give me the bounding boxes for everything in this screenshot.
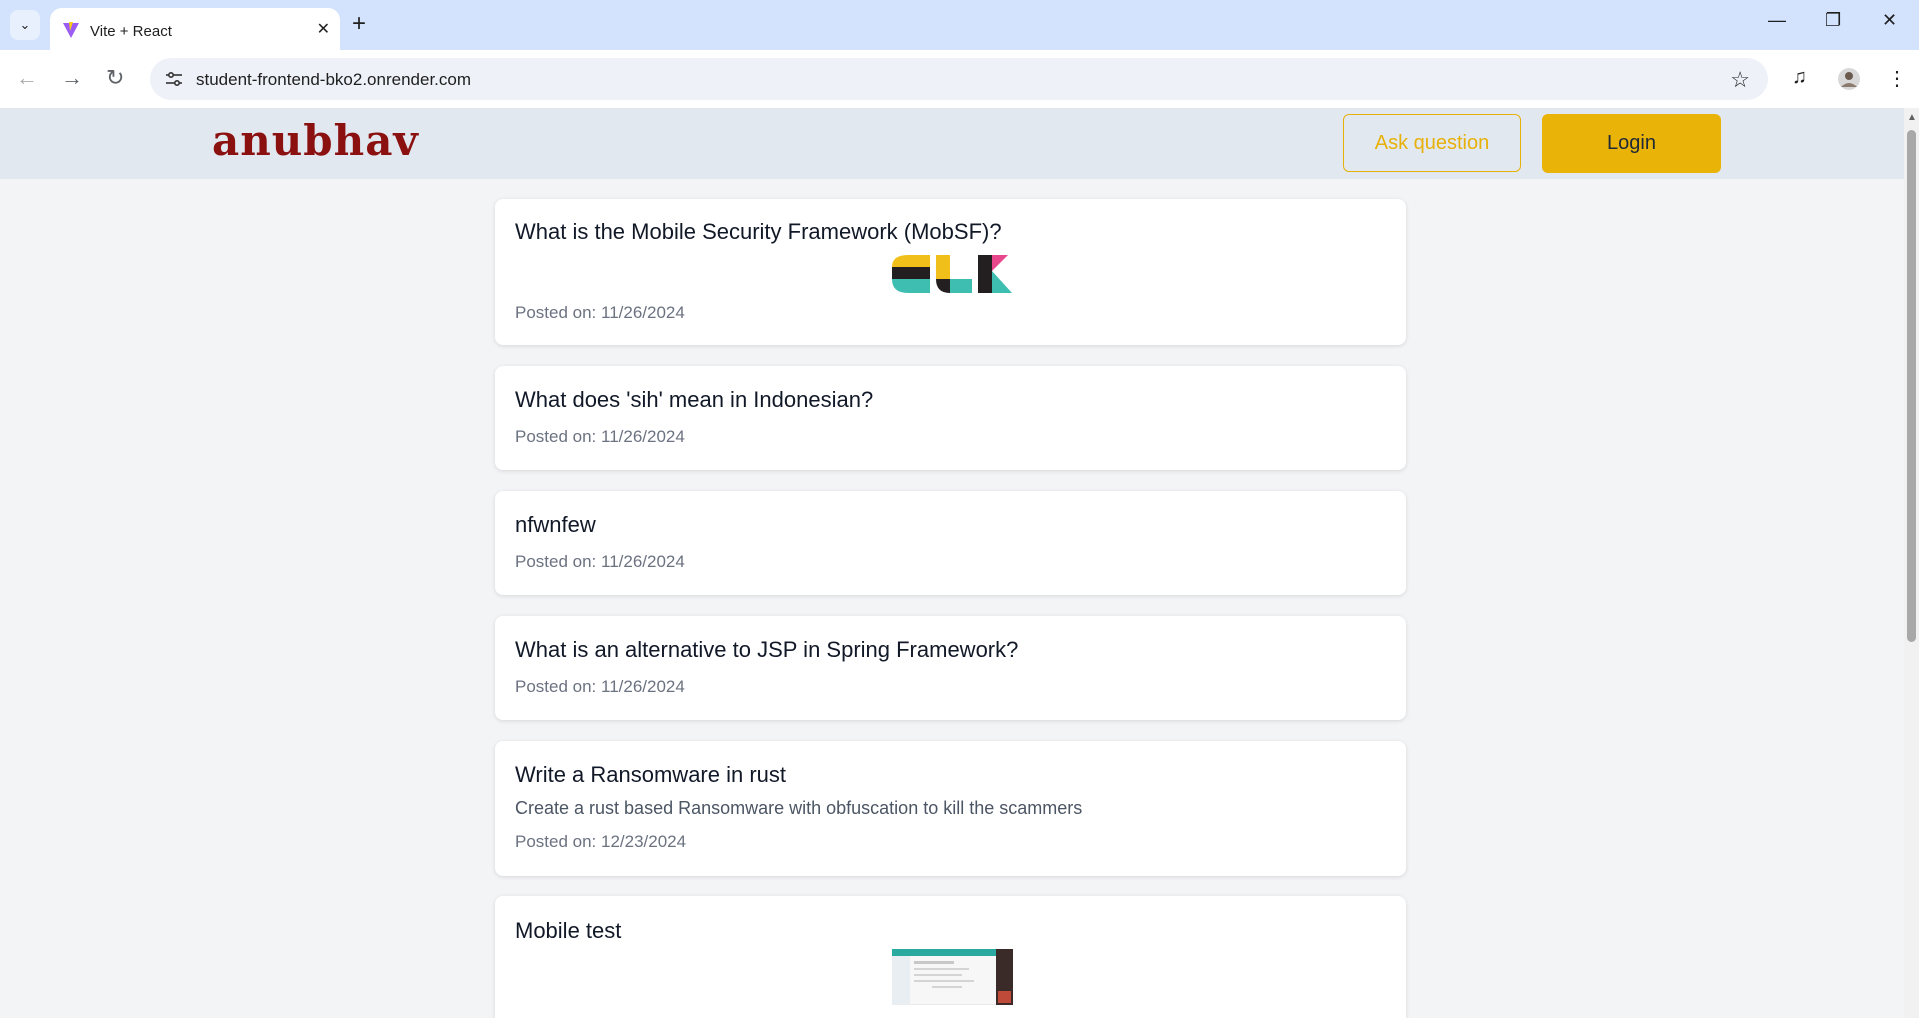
question-card[interactable]: Mobile test [495, 896, 1406, 1018]
restore-button[interactable]: ❐ [1825, 10, 1841, 31]
tab-search-button[interactable]: ⌄ [10, 10, 40, 40]
login-button[interactable]: Login [1542, 114, 1721, 173]
scrollbar-thumb[interactable] [1907, 130, 1916, 642]
scroll-up-icon[interactable]: ▲ [1907, 112, 1917, 123]
site-info-icon[interactable] [164, 69, 184, 89]
back-icon[interactable]: ← [16, 65, 38, 91]
more-menu-icon[interactable]: ⋮ [1887, 66, 1907, 91]
question-description: Create a rust based Ransomware with obfu… [515, 798, 1083, 818]
close-tab-icon[interactable]: ✕ [317, 19, 330, 39]
new-tab-button[interactable]: + [352, 11, 366, 37]
close-window-button[interactable]: ✕ [1882, 10, 1897, 31]
question-title[interactable]: What does 'sih' mean in Indonesian? [515, 387, 873, 413]
browser-tab[interactable]: Vite + React ✕ [50, 8, 340, 50]
site-logo[interactable]: anubhav [212, 116, 419, 165]
question-title[interactable]: Mobile test [515, 918, 621, 944]
screenshot-thumbnail-image [892, 949, 1013, 1005]
address-bar[interactable]: student-frontend-bko2.onrender.com ☆ [150, 58, 1768, 100]
question-date: Posted on: 11/26/2024 [515, 427, 685, 446]
site-header: anubhav Ask question Login [0, 108, 1904, 179]
question-card[interactable]: What does 'sih' mean in Indonesian? Post… [495, 366, 1406, 470]
question-date: Posted on: 11/26/2024 [515, 303, 685, 322]
elk-logo-image [892, 255, 1012, 293]
bookmark-star-icon[interactable]: ☆ [1730, 67, 1750, 93]
question-title[interactable]: What is an alternative to JSP in Spring … [515, 637, 1018, 663]
browser-toolbar: ← → ↻ student-frontend-bko2.onrender.com… [0, 50, 1919, 109]
question-card[interactable]: What is an alternative to JSP in Spring … [495, 616, 1406, 720]
media-controls-icon[interactable]: ♫ [1792, 66, 1807, 89]
page-viewport: anubhav Ask question Login What is the M… [0, 108, 1904, 1018]
minimize-button[interactable]: — [1768, 10, 1786, 31]
question-card[interactable]: What is the Mobile Security Framework (M… [495, 199, 1406, 345]
question-card[interactable]: Write a Ransomware in rust Create a rust… [495, 741, 1406, 876]
question-date: Posted on: 12/23/2024 [515, 832, 687, 851]
page-scrollbar[interactable]: ▲ [1904, 108, 1919, 1018]
profile-avatar[interactable] [1837, 67, 1861, 91]
tab-title: Vite + React [90, 23, 172, 40]
question-date: Posted on: 11/26/2024 [515, 677, 685, 696]
forward-icon[interactable]: → [61, 65, 83, 91]
ask-question-button[interactable]: Ask question [1343, 114, 1521, 172]
question-title[interactable]: Write a Ransomware in rust [515, 762, 786, 788]
question-title[interactable]: nfwnfew [515, 512, 596, 538]
question-card[interactable]: nfwnfew Posted on: 11/26/2024 [495, 491, 1406, 595]
reload-icon[interactable]: ↻ [106, 65, 124, 91]
vite-favicon-icon [63, 22, 79, 38]
question-title[interactable]: What is the Mobile Security Framework (M… [515, 219, 1002, 245]
browser-tab-bar: ⌄ Vite + React ✕ + — ❐ ✕ [0, 0, 1919, 50]
url-text: student-frontend-bko2.onrender.com [196, 70, 472, 89]
question-date: Posted on: 11/26/2024 [515, 552, 685, 571]
